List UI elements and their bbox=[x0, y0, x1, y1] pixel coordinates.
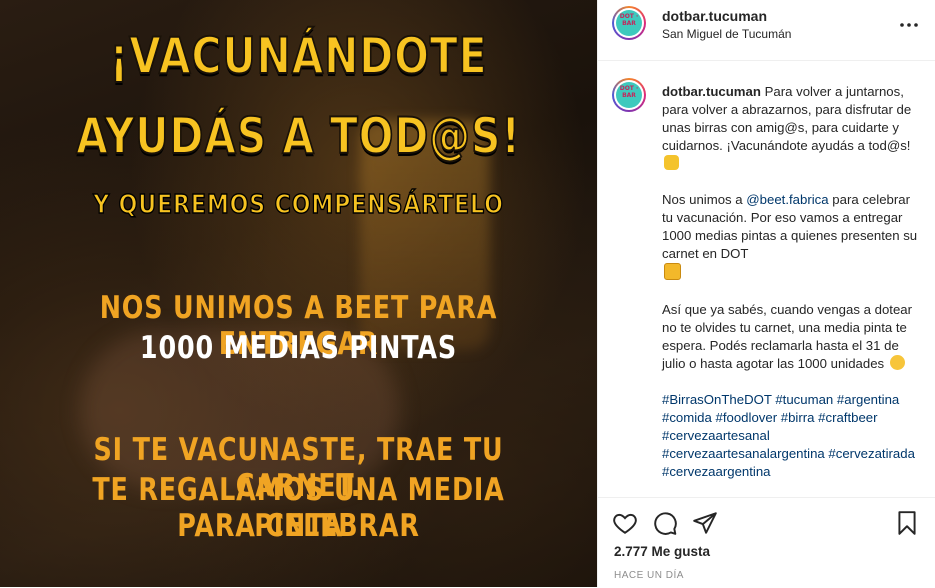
image-subheadline: Y queremos compensártelo bbox=[93, 189, 504, 221]
header-location[interactable]: San Miguel de Tucumán bbox=[662, 27, 791, 41]
caption-avatar[interactable]: DOT · BAR bbox=[612, 78, 646, 112]
avatar-logo: DOT · BAR bbox=[616, 82, 642, 108]
caption-text: dotbar.tucuman Para volver a juntarnos, … bbox=[662, 83, 924, 481]
post-image: ¡Vacunándote ayudás a tod@s! Y queremos … bbox=[0, 0, 597, 587]
heart-icon[interactable] bbox=[612, 510, 638, 536]
more-horizontal-icon[interactable] bbox=[898, 14, 920, 41]
post-header: DOT · BAR dotbar.tucuman San Miguel de T… bbox=[598, 0, 935, 61]
caption-para3: Así que ya sabés, cuando vengas a dotear… bbox=[662, 302, 916, 371]
image-text-line5: para celebrar bbox=[177, 508, 420, 544]
image-text-line2: 1000 medias pintas bbox=[139, 330, 458, 366]
hashtags[interactable]: #BirrasOnTheDOT #tucuman #argentina #com… bbox=[662, 392, 919, 479]
post-caption: DOT · BAR dotbar.tucuman Para volver a j… bbox=[598, 60, 935, 497]
post-actions: 2.777 Me gusta HACE UN DÍA bbox=[598, 497, 935, 588]
header-username[interactable]: dotbar.tucuman bbox=[662, 8, 767, 24]
bookmark-icon[interactable] bbox=[894, 510, 920, 536]
sunglasses-emoji-icon bbox=[889, 355, 905, 370]
flexed-biceps-emoji-icon bbox=[664, 155, 679, 170]
comment-icon[interactable] bbox=[652, 510, 678, 536]
caption-para2-a: Nos unimos a bbox=[662, 192, 747, 207]
beer-mug-emoji-icon bbox=[664, 263, 681, 280]
post-sidebar: DOT · BAR dotbar.tucuman San Miguel de T… bbox=[597, 0, 935, 587]
image-headline-line1: ¡Vacunándote bbox=[109, 27, 488, 85]
post-timestamp[interactable]: HACE UN DÍA bbox=[614, 570, 684, 581]
image-headline-line2: ayudás a tod@s! bbox=[75, 107, 521, 165]
caption-username[interactable]: dotbar.tucuman bbox=[662, 84, 761, 99]
share-icon[interactable] bbox=[692, 510, 718, 536]
avatar[interactable]: DOT · BAR bbox=[612, 6, 646, 40]
mention-link[interactable]: @beet.fabrica bbox=[746, 192, 828, 207]
avatar-logo: DOT · BAR bbox=[616, 10, 642, 36]
likes-count[interactable]: 2.777 Me gusta bbox=[614, 544, 710, 559]
